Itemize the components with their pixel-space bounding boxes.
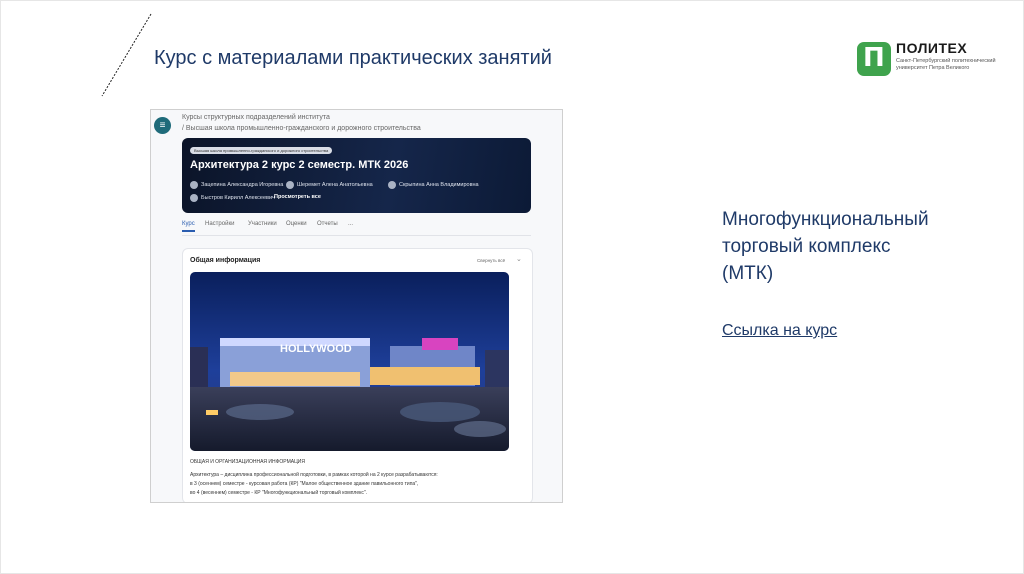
general-info-card: Общая информация Свернуть всё ⌄ HOLLYWOO… xyxy=(182,248,533,502)
tab-reports[interactable]: Отчеты xyxy=(317,221,338,227)
view-all-link[interactable]: Просмотреть все xyxy=(274,194,321,200)
teacher-item[interactable]: Скрыпина Анна Владимировна xyxy=(388,181,479,189)
slide-title: Курс с материалами практических занятий xyxy=(154,47,552,69)
project-title: Многофункциональный торговый комплекс (М… xyxy=(722,209,929,284)
course-banner: Высшая школа промышленно-гражданского и … xyxy=(182,138,531,213)
polytech-logo-icon: П xyxy=(857,42,891,76)
mall-render-image: HOLLYWOOD xyxy=(190,272,509,451)
polytech-logo: П ПОЛИТЕХ Санкт-Петербургский политехнич… xyxy=(857,38,997,84)
chevron-down-icon[interactable]: ⌄ xyxy=(516,255,522,263)
course-link[interactable]: Ссылка на курс xyxy=(722,322,837,340)
tab-participants[interactable]: Участники xyxy=(248,221,277,227)
logo-subtitle: Санкт-Петербургский политехнический унив… xyxy=(896,58,996,71)
course-title: Архитектура 2 курс 2 семестр. МТК 2026 xyxy=(190,159,409,171)
avatar xyxy=(190,181,198,189)
tab-course[interactable]: Курс xyxy=(182,221,195,232)
org-info-heading: ОБЩАЯ И ОРГАНИЗАЦИОННАЯ ИНФОРМАЦИЯ xyxy=(190,459,305,465)
tab-settings[interactable]: Настройки xyxy=(205,221,234,227)
decorative-dashed-line xyxy=(101,13,152,97)
course-page-screenshot: ≡ Курсы структурных подразделений инстит… xyxy=(150,109,563,503)
hollywood-sign: HOLLYWOOD xyxy=(280,343,352,355)
menu-icon[interactable]: ≡ xyxy=(154,117,171,134)
teacher-item[interactable]: Зацепина Александра Игоревна xyxy=(190,181,283,189)
teacher-item[interactable]: Шеремет Алена Анатольевна xyxy=(286,181,373,189)
avatar xyxy=(286,181,294,189)
avatar xyxy=(190,194,198,202)
teacher-item[interactable]: Быстров Кирилл Алексеевич xyxy=(190,194,275,202)
department-chip: Высшая школа промышленно-гражданского и … xyxy=(190,147,333,154)
tab-more[interactable]: ... xyxy=(348,221,353,227)
avatar xyxy=(388,181,396,189)
tab-grades[interactable]: Оценки xyxy=(286,221,307,227)
logo-name: ПОЛИТЕХ xyxy=(896,40,968,56)
collapse-all-link[interactable]: Свернуть всё xyxy=(477,258,505,263)
course-tabs: Курс Настройки Участники Оценки Отчеты .… xyxy=(182,221,531,236)
breadcrumb-line-1[interactable]: Курсы структурных подразделений институт… xyxy=(182,114,330,121)
card-heading: Общая информация xyxy=(190,257,261,264)
course-description: Архитектура – дисциплина профессионально… xyxy=(190,472,438,496)
breadcrumb-line-2[interactable]: / Высшая школа промышленно-гражданского … xyxy=(182,125,421,132)
